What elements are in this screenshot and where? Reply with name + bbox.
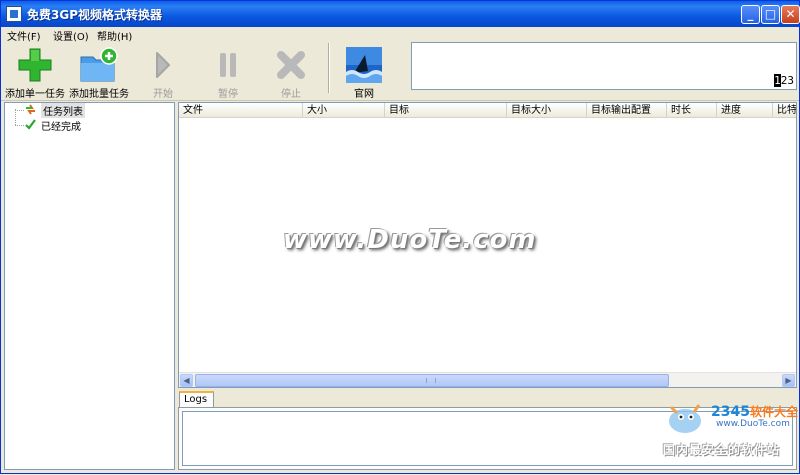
pause-button[interactable]: 暂停	[206, 45, 250, 100]
start-button[interactable]: 开始	[141, 45, 185, 100]
start-label: 开始	[153, 89, 173, 100]
stop-label: 停止	[281, 89, 301, 100]
title-bar[interactable]: 免费3GP视频格式转换器 _ □ ✕	[1, 1, 800, 27]
pause-label: 暂停	[218, 89, 238, 100]
site-watermark: 2345软件大全 www.DuoTe.com 国内最安全的软件站	[661, 397, 800, 475]
logs-tab[interactable]: Logs	[179, 391, 214, 408]
horizontal-scrollbar[interactable]: ◀ ▶	[179, 372, 796, 387]
column-output-config[interactable]: 目标输出配置	[587, 103, 667, 118]
brand-slogan: 国内最安全的软件站	[663, 443, 781, 457]
menu-bar: 文件(F) 设置(O) 帮助(H)	[1, 27, 799, 43]
display-digits: 123	[774, 74, 794, 87]
scroll-thumb[interactable]	[195, 374, 669, 387]
menu-settings[interactable]: 设置(O)	[53, 28, 89, 43]
scroll-grip	[426, 378, 436, 383]
stop-x-icon	[277, 51, 305, 79]
close-button[interactable]: ✕	[781, 5, 800, 24]
column-progress[interactable]: 进度	[717, 103, 773, 118]
column-file[interactable]: 文件	[179, 103, 303, 118]
scroll-left-button[interactable]: ◀	[180, 374, 193, 387]
window-title: 免费3GP视频格式转换器	[27, 8, 162, 22]
add-batch-task-button[interactable]: 添加批量任务	[67, 45, 131, 100]
app-icon[interactable]	[6, 6, 22, 22]
column-size[interactable]: 大小	[303, 103, 385, 118]
scroll-right-button[interactable]: ▶	[782, 374, 795, 387]
task-tree: 任务列表 已经完成	[4, 102, 175, 470]
tree-label-task-list: 任务列表	[41, 103, 85, 118]
stop-button[interactable]: 停止	[269, 45, 313, 100]
app-window: 免费3GP视频格式转换器 _ □ ✕ 文件(F) 设置(O) 帮助(H) 添加单…	[0, 0, 800, 474]
add-single-task-label: 添加单一任务	[5, 89, 65, 100]
tree-label-completed: 已经完成	[41, 122, 81, 133]
column-bitrate[interactable]: 比特	[773, 103, 796, 118]
column-duration[interactable]: 时长	[667, 103, 717, 118]
brand-name: 2345软件大全	[711, 404, 798, 420]
website-button[interactable]: 官网	[339, 45, 389, 100]
column-target[interactable]: 目标	[385, 103, 507, 118]
play-icon	[156, 52, 170, 78]
maximize-button[interactable]: □	[761, 5, 780, 24]
shark-logo-icon	[346, 47, 382, 83]
menu-file[interactable]: 文件(F)	[7, 28, 41, 43]
column-target-size[interactable]: 目标大小	[507, 103, 587, 118]
brand-url: www.DuoTe.com	[716, 419, 790, 429]
pause-icon	[220, 53, 236, 77]
tree-connector	[15, 109, 16, 125]
checkmark-icon	[25, 119, 36, 130]
add-single-task-button[interactable]: 添加单一任务	[3, 45, 67, 100]
duote-watermark: www.DuoTe.com	[283, 225, 537, 255]
minimize-button[interactable]: _	[741, 5, 760, 24]
status-display: 123	[411, 42, 797, 90]
table-header: 文件 大小 目标 目标大小 目标输出配置 时长 进度 比特	[179, 103, 796, 118]
add-batch-task-label: 添加批量任务	[69, 89, 129, 100]
plus-icon	[18, 48, 52, 82]
menu-help[interactable]: 帮助(H)	[97, 28, 132, 43]
website-label: 官网	[354, 89, 374, 100]
toolbar-separator	[328, 43, 330, 93]
folder-add-icon	[80, 47, 118, 82]
task-list-icon	[26, 104, 35, 115]
mascot-icon	[669, 404, 701, 433]
